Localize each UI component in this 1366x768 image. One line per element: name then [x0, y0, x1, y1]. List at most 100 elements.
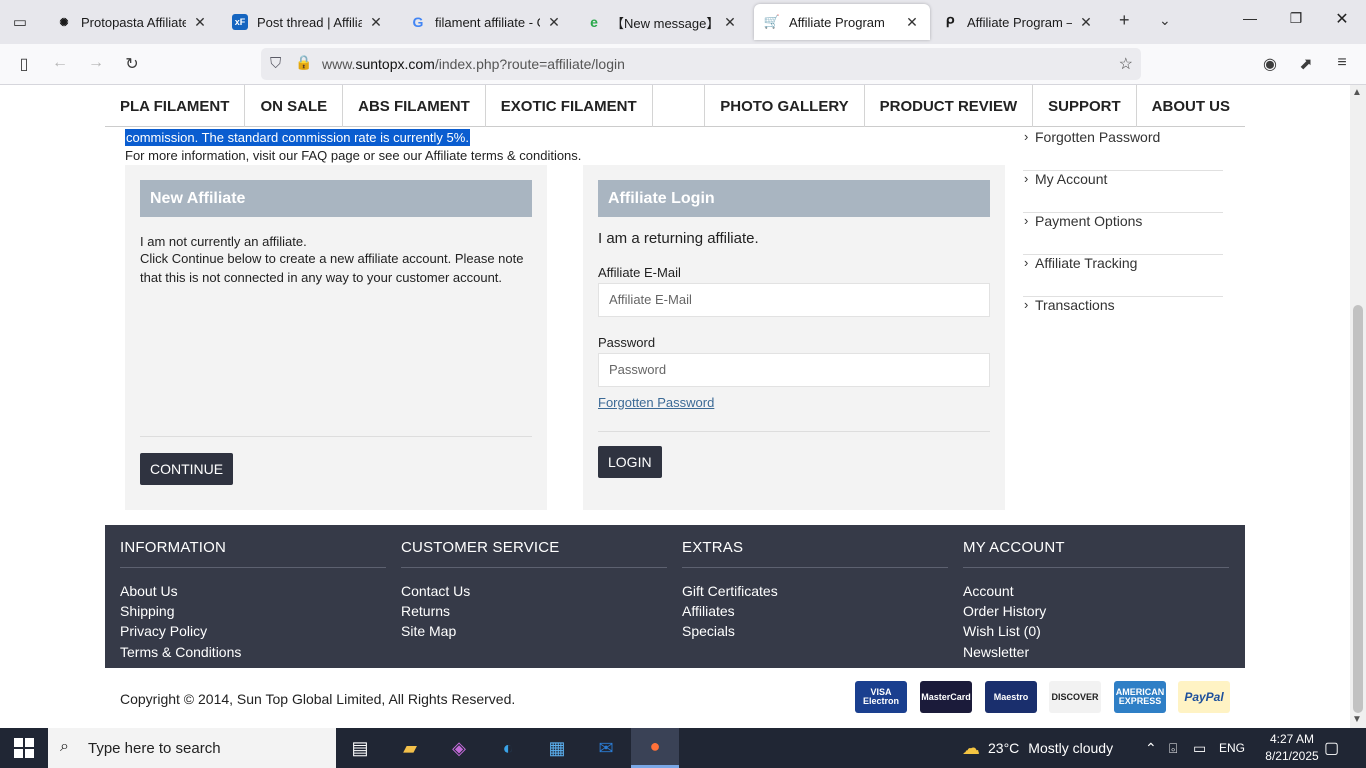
panel-heading: Affiliate Login — [598, 180, 990, 217]
weather-widget[interactable]: ☁ 23°C Mostly cloudy — [962, 728, 1113, 768]
browser-tab[interactable]: xF Post thread | Affiliate W ✕ — [222, 4, 394, 40]
browser-tab[interactable]: ᑭ Affiliate Program – Pro ✕ — [932, 4, 1104, 40]
forward-icon[interactable]: → — [85, 54, 107, 72]
notifications-icon[interactable]: ▢ — [1324, 728, 1339, 768]
google-icon: G — [412, 14, 424, 30]
footer-link[interactable]: About Us — [120, 583, 178, 599]
reload-icon[interactable]: ↻ — [121, 54, 143, 74]
menu-item-abs-filament[interactable]: ABS FILAMENT — [343, 85, 486, 127]
email-field[interactable]: Affiliate E-Mail — [598, 283, 990, 317]
browser-tab[interactable]: ✺ Protopasta Affiliate Pro ✕ — [46, 4, 218, 40]
footer-column-title: EXTRAS — [682, 539, 744, 556]
outlook-icon[interactable]: ✉ — [582, 728, 630, 768]
back-icon[interactable]: ← — [49, 54, 71, 72]
subheading: I am a returning affiliate. — [598, 230, 759, 247]
divider — [682, 567, 948, 568]
password-field[interactable]: Password — [598, 353, 990, 387]
selected-text: commission. The standard commission rate… — [125, 129, 470, 146]
battery-icon[interactable]: ▭ — [1193, 728, 1206, 768]
paragraph: that this is not connected in any way to… — [140, 270, 503, 285]
shield-icon[interactable]: ⛉ — [270, 55, 281, 72]
search-placeholder: Type here to search — [88, 740, 221, 757]
microsoft-store-icon[interactable]: ▦ — [533, 728, 581, 768]
forgotten-password-link[interactable]: Forgotten Password — [598, 395, 714, 410]
task-view-icon[interactable]: ▤ — [336, 728, 384, 768]
sidebar-item-my-account[interactable]: › My Account — [1023, 171, 1223, 213]
copilot-icon[interactable]: ◈ — [435, 728, 483, 768]
close-tab-icon[interactable]: ✕ — [904, 14, 920, 31]
footer-link[interactable]: Newsletter — [963, 644, 1029, 660]
menu-item-pla-filament[interactable]: PLA FILAMENT — [105, 85, 246, 127]
browser-tab-active[interactable]: 🛒 Affiliate Program ✕ — [754, 4, 930, 40]
taskbar-search-box[interactable]: ⌕ Type here to search — [48, 728, 336, 768]
sidebar-item-forgotten-password[interactable]: › Forgotten Password — [1023, 129, 1223, 171]
footer-link[interactable]: Site Map — [401, 623, 456, 639]
close-tab-icon[interactable]: ✕ — [546, 14, 562, 31]
login-button[interactable]: LOGIN — [598, 446, 662, 478]
menu-item-about-us[interactable]: ABOUT US — [1137, 85, 1245, 127]
footer-link[interactable]: Wish List (0) — [963, 623, 1041, 639]
menu-item-photo-gallery[interactable]: PHOTO GALLERY — [705, 85, 865, 127]
menu-icon[interactable]: ≡ — [1331, 54, 1353, 72]
tab-title: Affiliate Program — [789, 14, 885, 30]
chevron-right-icon: › — [1024, 129, 1029, 144]
minimize-icon[interactable]: — — [1230, 10, 1270, 26]
address-bar[interactable]: ⛉ 🔒 www.suntopx.com/index.php?route=affi… — [261, 48, 1141, 80]
close-tab-icon[interactable]: ✕ — [722, 14, 738, 31]
menu-item-exotic-filament[interactable]: EXOTIC FILAMENT — [486, 85, 653, 127]
network-icon[interactable]: ⌻ — [1169, 728, 1177, 768]
tab-overview-icon[interactable]: ▭ — [8, 10, 32, 34]
language-indicator[interactable]: ENG — [1219, 728, 1245, 768]
taskbar-clock[interactable]: 4:27 AM 8/21/2025 — [1264, 731, 1320, 765]
footer-link[interactable]: Affiliates — [682, 603, 735, 619]
footer-link[interactable]: Privacy Policy — [120, 623, 207, 639]
footer-link[interactable]: Account — [963, 583, 1014, 599]
footer-link[interactable]: Terms & Conditions — [120, 644, 241, 660]
footer-link[interactable]: Gift Certificates — [682, 583, 778, 599]
continue-button[interactable]: CONTINUE — [140, 453, 234, 485]
divider — [401, 567, 667, 568]
scrollbar-thumb[interactable] — [1353, 305, 1363, 713]
footer-link[interactable]: Specials — [682, 623, 735, 639]
bookmark-star-icon[interactable]: ☆ — [1119, 54, 1133, 74]
account-icon[interactable]: ◉ — [1259, 54, 1281, 74]
footer-link[interactable]: Contact Us — [401, 583, 470, 599]
menu-item-support[interactable]: SUPPORT — [1033, 85, 1137, 127]
page-scrollbar[interactable]: ▲ ▼ — [1350, 85, 1366, 728]
maestro-card-icon: Maestro — [985, 681, 1037, 713]
sidebar-item-label: My Account — [1035, 171, 1108, 187]
extensions-icon[interactable]: ⬈ — [1295, 54, 1317, 74]
url-text[interactable]: www.suntopx.com/index.php?route=affiliat… — [322, 56, 625, 72]
new-tab-icon[interactable]: + — [1119, 10, 1130, 31]
chevron-right-icon: › — [1024, 171, 1029, 186]
menu-item-product-review[interactable]: PRODUCT REVIEW — [865, 85, 1034, 127]
chevron-right-icon: › — [1024, 297, 1029, 312]
sidebar-toggle-icon[interactable]: ▯ — [13, 54, 35, 74]
close-tab-icon[interactable]: ✕ — [368, 14, 384, 31]
chevron-right-icon: › — [1024, 255, 1029, 270]
scroll-up-icon[interactable]: ▲ — [1352, 87, 1362, 98]
windows-start-icon[interactable] — [14, 738, 34, 758]
menu-item-on-sale[interactable]: ON SALE — [245, 85, 344, 127]
browser-tab[interactable]: G filament affiliate - Goo ✕ — [400, 4, 572, 40]
footer-link[interactable]: Returns — [401, 603, 450, 619]
close-tab-icon[interactable]: ✕ — [1078, 14, 1094, 31]
footer-link[interactable]: Order History — [963, 603, 1046, 619]
scroll-down-icon[interactable]: ▼ — [1352, 714, 1362, 725]
show-hidden-icons-icon[interactable]: ⌃ — [1145, 728, 1157, 768]
sidebar-item-affiliate-tracking[interactable]: › Affiliate Tracking — [1023, 255, 1223, 297]
browser-tab[interactable]: e 【New message】Affil ✕ — [576, 4, 748, 40]
lock-icon[interactable]: 🔒 — [295, 54, 312, 71]
sidebar-item-transactions[interactable]: › Transactions — [1023, 297, 1223, 339]
firefox-icon[interactable]: ● — [631, 728, 679, 768]
mastercard-card-icon: MasterCard — [920, 681, 972, 713]
sidebar-item-label: Transactions — [1035, 297, 1115, 313]
close-tab-icon[interactable]: ✕ — [192, 14, 208, 31]
restore-icon[interactable]: ❐ — [1276, 10, 1316, 27]
chevron-down-icon[interactable]: ⌄ — [1159, 12, 1171, 29]
file-explorer-icon[interactable]: ▰ — [386, 728, 434, 768]
edge-icon[interactable]: ◐ — [484, 728, 532, 768]
sidebar-item-payment-options[interactable]: › Payment Options — [1023, 213, 1223, 255]
close-window-icon[interactable]: ✕ — [1322, 9, 1362, 29]
footer-link[interactable]: Shipping — [120, 603, 175, 619]
